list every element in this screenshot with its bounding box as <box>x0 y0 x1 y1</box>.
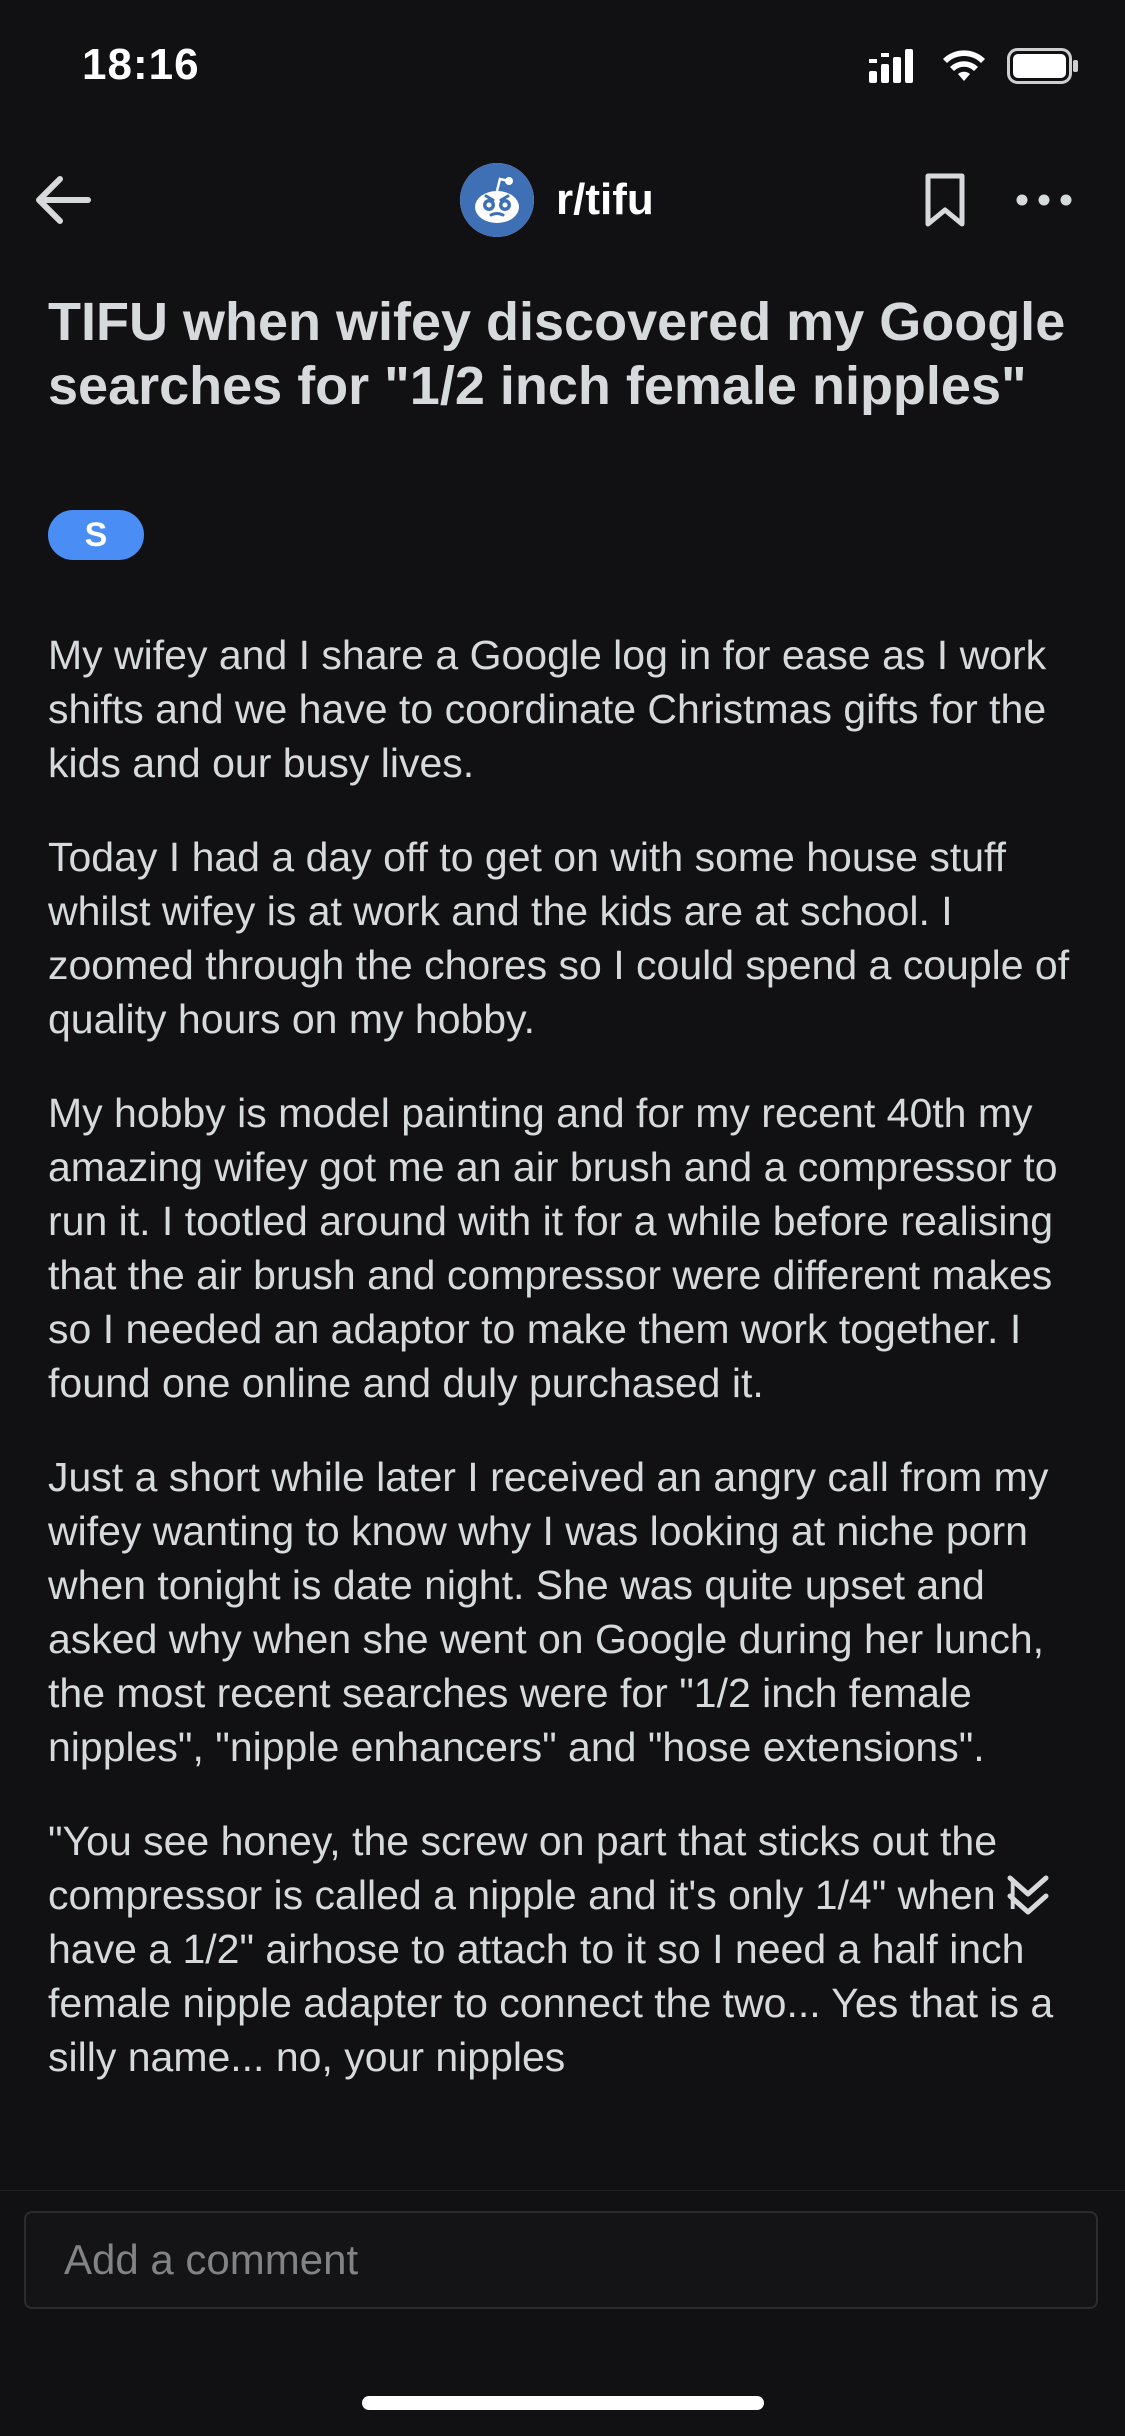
post-content[interactable]: TIFU when wifey discovered my Google sea… <box>0 268 1125 2168</box>
post-title: TIFU when wifey discovered my Google sea… <box>48 292 1066 416</box>
post-flair[interactable]: S <box>48 510 144 560</box>
nav-bar: r/tifu <box>0 140 1125 260</box>
back-arrow-icon <box>36 176 91 224</box>
post-paragraph: My wifey and I share a Google log in for… <box>48 632 1058 786</box>
post-paragraph: Today I had a day off to get on with som… <box>48 834 1081 1042</box>
status-time: 18:16 <box>82 40 200 89</box>
more-button[interactable] <box>1010 170 1078 230</box>
wifi-icon <box>941 49 987 88</box>
comment-input[interactable]: Add a comment <box>24 2211 1098 2309</box>
subreddit-avatar <box>460 163 534 237</box>
status-icons <box>869 47 1079 89</box>
bookmark-icon <box>925 173 965 227</box>
chevron-double-down-icon <box>1007 1875 1049 1915</box>
comment-bar: Add a comment <box>0 2190 1125 2331</box>
status-bar: 18:16 <box>0 0 1125 140</box>
post-paragraph: "You see honey, the screw on part that s… <box>48 1818 1065 2080</box>
bookmark-button[interactable] <box>918 170 972 230</box>
scroll-down-button[interactable] <box>992 1860 1064 1932</box>
more-icon <box>1016 194 1072 206</box>
subreddit-name[interactable]: r/tifu <box>556 175 654 225</box>
signal-icon <box>869 48 921 88</box>
subreddit-header[interactable]: r/tifu <box>460 162 654 238</box>
battery-icon <box>1007 47 1079 89</box>
subreddit-icon <box>460 163 534 237</box>
post-paragraph: Just a short while later I received an a… <box>48 1454 1060 1770</box>
home-indicator[interactable] <box>362 2396 764 2410</box>
post-paragraph: My hobby is model painting and for my re… <box>48 1090 1069 1406</box>
post-body: My wifey and I share a Google log in for… <box>48 628 1088 2124</box>
back-button[interactable] <box>30 166 98 234</box>
